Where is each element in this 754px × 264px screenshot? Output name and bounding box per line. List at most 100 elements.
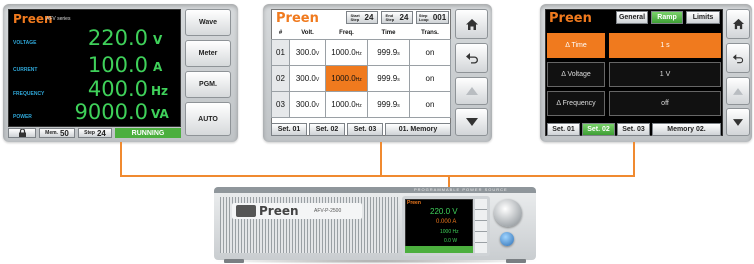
volt-value: 300.0 <box>295 73 316 83</box>
triangle-up-icon <box>733 87 743 95</box>
running-status-badge: RUNNING <box>115 128 181 138</box>
memory-indicator: Mem. 50 <box>39 128 75 138</box>
time-value: 999.9 <box>377 99 398 109</box>
set-02-tab[interactable]: Set. 02 <box>309 123 345 136</box>
set-03-tab[interactable]: Set. 03 <box>347 123 383 136</box>
scroll-down-button[interactable] <box>455 108 488 136</box>
column-header-volt: Volt. <box>301 29 314 36</box>
volt-cell[interactable]: 300.0V <box>289 90 326 118</box>
lock-button[interactable] <box>8 128 36 138</box>
back-button[interactable] <box>726 43 750 73</box>
rotary-knob[interactable] <box>494 199 522 227</box>
home-icon <box>732 18 744 30</box>
tab-limits[interactable]: Limits <box>686 11 720 24</box>
lock-icon <box>18 129 26 137</box>
scroll-down-button[interactable] <box>726 108 750 136</box>
end-step-label: End Step <box>385 12 395 22</box>
sequence-table: # Volt. Freq. Time Trans. 01 300.0V 1000… <box>271 27 451 118</box>
auto-button[interactable]: AUTO <box>185 102 231 136</box>
trans-cell[interactable]: on <box>409 64 451 92</box>
delta-voltage-label[interactable]: Δ Voltage <box>547 62 605 87</box>
voltage-value: 220.0 <box>87 26 148 50</box>
freq-unit: Hz <box>355 50 362 57</box>
step-number: 03 <box>271 90 290 118</box>
triangle-down-icon <box>465 118 478 126</box>
time-cell[interactable]: 999.9s <box>367 64 410 92</box>
connector-line-center <box>380 142 382 176</box>
end-step-field[interactable]: End Step 24 <box>381 11 413 24</box>
start-step-field[interactable]: Start Step 24 <box>346 11 378 24</box>
start-step-label: Start Step <box>350 12 360 22</box>
home-icon <box>465 18 478 30</box>
set-03-tab[interactable]: Set. 03 <box>617 123 650 136</box>
memory-select[interactable]: 01. Memory <box>385 123 451 136</box>
device-brand: Preen <box>259 204 299 218</box>
delta-time-label[interactable]: Δ Time <box>547 33 605 58</box>
step-loop-value: 001 <box>432 13 447 22</box>
device-screen-amp: 0.000 A <box>436 219 457 225</box>
freq-cell-selected[interactable]: 1000.0Hz <box>325 64 368 92</box>
tab-ramp[interactable]: Ramp <box>651 11 683 24</box>
end-step-value: 24 <box>399 13 409 22</box>
column-header-time: Time <box>381 29 396 36</box>
scroll-up-button[interactable] <box>726 77 750 105</box>
delta-frequency-value[interactable]: off <box>609 91 721 116</box>
voltage-unit: V <box>153 33 163 47</box>
set-01-tab[interactable]: Set. 01 <box>271 123 307 136</box>
meter-button[interactable]: Meter <box>185 40 231 67</box>
step-loop-field[interactable]: Step Loop 001 <box>416 11 449 24</box>
home-button[interactable] <box>726 9 750 39</box>
set-02-tab[interactable]: Set. 02 <box>582 123 615 136</box>
time-value: 999.9 <box>377 73 398 83</box>
freq-cell[interactable]: 1000.0Hz <box>325 38 368 66</box>
step-indicator: Step 24 <box>78 128 112 138</box>
current-label: CURRENT <box>13 67 38 73</box>
time-cell[interactable]: 999.9s <box>367 90 410 118</box>
time-unit: s <box>397 50 400 57</box>
freq-cell[interactable]: 1000.0Hz <box>325 90 368 118</box>
brand-logo: Preen <box>549 11 592 26</box>
logo-mark-icon <box>236 205 256 217</box>
delta-frequency-label[interactable]: Δ Frequency <box>547 91 605 116</box>
triangle-up-icon <box>465 87 478 95</box>
connector-line-left <box>120 142 122 176</box>
device-foot-left <box>224 259 244 263</box>
freq-value: 1000.0 <box>331 73 356 83</box>
volt-cell[interactable]: 300.0V <box>289 38 326 66</box>
volt-value: 300.0 <box>295 99 316 109</box>
pgm-button[interactable]: PGM. <box>185 71 231 98</box>
start-step-value: 24 <box>364 13 374 22</box>
power-label: POWER <box>13 114 32 120</box>
home-button[interactable] <box>455 9 488 39</box>
power-button[interactable] <box>500 232 514 246</box>
scroll-up-button[interactable] <box>455 77 488 105</box>
back-button[interactable] <box>455 43 488 73</box>
brand-logo: Preen <box>276 11 319 26</box>
device-side-keys[interactable] <box>475 199 487 253</box>
freq-value: 1000.0 <box>331 47 356 57</box>
delta-time-value[interactable]: 1 s <box>609 33 721 58</box>
back-arrow-icon <box>465 53 478 64</box>
tab-general[interactable]: General <box>616 11 648 24</box>
step-loop-label: Step Loop <box>418 12 429 22</box>
table-row: 01 300.0V 1000.0Hz 999.9s on <box>271 38 451 66</box>
back-arrow-icon <box>732 53 744 63</box>
device-foot-right <box>506 259 526 263</box>
device-model: AFV-P-2500 <box>314 208 342 214</box>
memory-select[interactable]: Memory 02. <box>652 123 721 136</box>
volt-value: 300.0 <box>295 47 316 57</box>
frequency-label: FREQUENCY <box>13 91 45 97</box>
power-value: 9000.0 <box>74 100 148 124</box>
series-label: AFV series <box>46 16 71 22</box>
delta-voltage-value[interactable]: 1 V <box>609 62 721 87</box>
triangle-down-icon <box>733 118 743 126</box>
column-header-trans: Trans. <box>421 29 439 36</box>
table-row: 02 300.0V 1000.0Hz 999.9s on <box>271 64 451 92</box>
connector-line-right <box>633 142 635 176</box>
set-01-tab[interactable]: Set. 01 <box>547 123 580 136</box>
trans-cell[interactable]: on <box>409 38 451 66</box>
time-cell[interactable]: 999.9s <box>367 38 410 66</box>
wave-button[interactable]: Wave <box>185 9 231 36</box>
trans-cell[interactable]: on <box>409 90 451 118</box>
volt-cell[interactable]: 300.0V <box>289 64 326 92</box>
